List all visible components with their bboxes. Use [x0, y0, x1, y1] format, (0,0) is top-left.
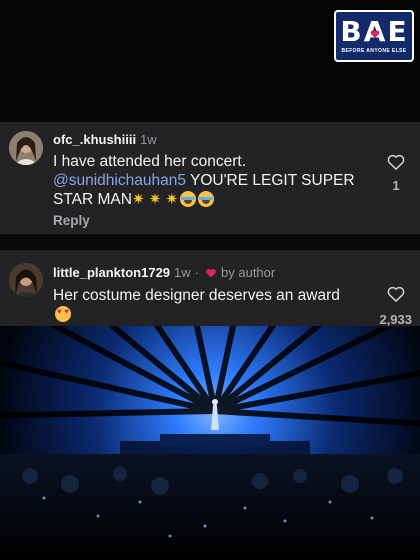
like-control: 2,933	[379, 284, 412, 327]
reply-button[interactable]: Reply	[53, 213, 90, 228]
user-avatar[interactable]	[9, 263, 43, 297]
meta-separator: ·	[194, 265, 200, 280]
crying-face-emoji	[198, 191, 215, 207]
comment-mention[interactable]: @sunidhichauhan5	[53, 172, 186, 189]
comment-meta: little_plankton1729 1w · by author	[53, 265, 275, 280]
comment-time: 1w	[140, 132, 157, 147]
author-heart-icon	[206, 268, 216, 277]
avatar-image	[9, 131, 43, 165]
avatar-image	[9, 263, 43, 297]
like-count: 2,933	[379, 312, 412, 327]
concert-stage-image	[0, 326, 420, 560]
logo-tagline: BEFORE ANYONE ELSE	[341, 48, 407, 54]
separator	[0, 234, 420, 250]
comment-username[interactable]: little_plankton1729	[53, 265, 170, 280]
bae-logo: B A E BEFORE ANYONE ELSE	[334, 10, 414, 62]
comment-meta: ofc_.khushiiii 1w	[53, 132, 157, 147]
logo-heart-icon	[370, 30, 380, 39]
user-avatar[interactable]	[9, 131, 43, 165]
comment-text-line: Her costume designer deserves an award	[53, 287, 340, 304]
like-count: 1	[392, 178, 400, 193]
comment-username[interactable]: ofc_.khushiiii	[53, 132, 136, 147]
heart-outline-icon[interactable]	[386, 284, 406, 304]
crying-face-emoji	[180, 191, 197, 207]
comment-card: little_plankton1729 1w · by author Her c…	[0, 250, 420, 327]
comment-text: I have attended her concert. @sunidhicha…	[53, 152, 371, 209]
concert-stage-photo	[0, 326, 420, 560]
comment-card: ofc_.khushiiii 1w I have attended her co…	[0, 122, 420, 234]
comment-time: 1w	[174, 265, 191, 280]
comment-text: Her costume designer deserves an award	[53, 286, 371, 324]
glowing-star-emoji: ✷	[144, 191, 162, 208]
heart-eyes-emoji	[55, 306, 71, 322]
glowing-star-emoji: ✷	[131, 191, 145, 208]
comment-text-line: I have attended her concert.	[53, 153, 247, 170]
heart-outline-icon[interactable]	[386, 152, 406, 172]
logo-letters: B A E	[340, 15, 408, 48]
like-control: 1	[386, 152, 406, 193]
author-badge: by author	[221, 265, 276, 280]
glowing-star-emoji: ✷	[161, 191, 179, 208]
